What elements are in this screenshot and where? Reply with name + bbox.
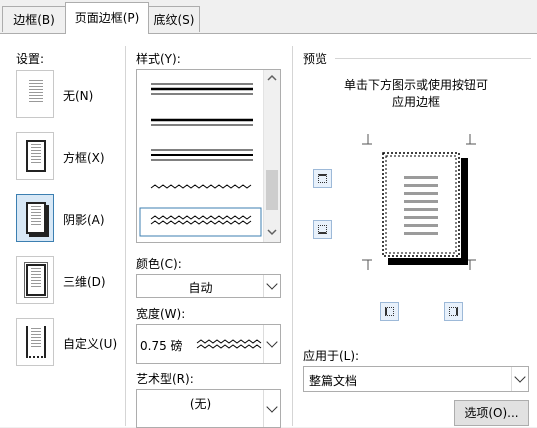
options-button[interactable]: 选项(O)... — [454, 400, 529, 426]
width-line-sample — [196, 339, 262, 349]
art-dropdown-button[interactable] — [263, 390, 280, 427]
settings-heading: 设置: — [16, 52, 45, 66]
top-border-button[interactable] — [313, 169, 332, 188]
preview-hint-line2: 应用边框 — [391, 95, 440, 109]
bottom-border-button[interactable] — [313, 220, 332, 239]
apply-to-dropdown-button[interactable] — [511, 367, 528, 391]
apply-to-dropdown[interactable]: 整篇文档 — [303, 366, 529, 392]
preview-page[interactable] — [362, 134, 492, 274]
style-option-wavy[interactable] — [150, 184, 252, 189]
left-border-button[interactable] — [380, 302, 399, 321]
color-dropdown-button[interactable] — [263, 275, 280, 297]
tab-page-border[interactable]: 页面边框(P) — [65, 2, 149, 34]
divider-right — [292, 46, 293, 426]
setting-box-label[interactable]: 方框(X) — [63, 149, 105, 166]
chevron-down-icon — [266, 400, 278, 413]
setting-custom-thumb[interactable] — [16, 318, 54, 366]
setting-shadow-thumb[interactable] — [16, 194, 54, 242]
setting-none-thumb[interactable] — [16, 70, 54, 118]
apply-to-label: 应用于(L): — [303, 349, 360, 363]
style-options — [139, 83, 262, 237]
color-value: 自动 — [188, 281, 213, 295]
preview-heading-rule — [335, 58, 531, 59]
right-border-button[interactable] — [444, 302, 463, 321]
art-label: 艺术型(R): — [136, 372, 194, 386]
tab-shading[interactable]: 底纹(S) — [148, 6, 200, 32]
art-dropdown[interactable]: (无) — [136, 389, 281, 428]
color-dropdown[interactable]: 自动 — [136, 274, 281, 298]
tab-borders[interactable]: 边框(B) — [2, 6, 66, 32]
apply-to-value: 整篇文档 — [309, 374, 358, 388]
style-option-thin-thick-thin-small[interactable] — [151, 149, 253, 161]
chevron-down-icon — [266, 278, 278, 290]
divider-left — [125, 46, 126, 426]
style-heading: 样式(Y): — [136, 52, 181, 66]
scroll-up-icon[interactable] — [267, 74, 277, 81]
setting-3d-label[interactable]: 三维(D) — [63, 273, 106, 290]
width-dropdown-button[interactable] — [263, 325, 280, 363]
style-option-double-wavy[interactable] — [139, 207, 262, 237]
scroll-thumb[interactable] — [266, 170, 278, 210]
style-option-thin-thick-thin[interactable] — [151, 83, 253, 95]
preview-sheet — [381, 151, 461, 258]
page-box-icon — [26, 140, 46, 172]
setting-box-thumb[interactable] — [16, 132, 54, 180]
preview-hint-line1: 单击下方图示或使用按钮可 — [343, 78, 488, 92]
style-list[interactable] — [136, 69, 281, 243]
width-dropdown[interactable]: 0.75 磅 — [136, 324, 281, 364]
art-value: (无) — [189, 397, 212, 411]
border-bottom-icon — [318, 225, 327, 234]
preview-heading: 预览 — [303, 52, 328, 66]
page-custom-icon — [26, 326, 46, 358]
style-scrollbar[interactable] — [263, 70, 280, 242]
setting-none-label[interactable]: 无(N) — [63, 87, 93, 104]
chevron-down-icon — [514, 371, 526, 383]
scroll-down-icon[interactable] — [267, 229, 277, 236]
scrollbar-arrows — [266, 74, 278, 236]
border-top-icon — [318, 174, 327, 183]
setting-3d-thumb[interactable] — [16, 256, 54, 304]
border-right-icon — [449, 307, 458, 316]
page-shadow-icon — [26, 202, 46, 234]
width-value: 0.75 磅 — [140, 339, 183, 353]
page-3d-icon — [24, 262, 48, 298]
setting-custom-label[interactable]: 自定义(U) — [63, 335, 117, 352]
page-border-panel: 设置: 无(N) 方框(X) 阴影(A) 三维(D) 自定义(U) 样式(Y): — [0, 33, 537, 428]
chevron-down-icon — [266, 336, 278, 348]
border-left-icon — [385, 307, 394, 316]
setting-shadow-label[interactable]: 阴影(A) — [63, 211, 105, 228]
tab-strip: 边框(B) 页面边框(P) 底纹(S) — [0, 0, 537, 34]
style-option-thick-thin[interactable] — [151, 118, 253, 126]
width-label: 宽度(W): — [136, 307, 186, 321]
color-label: 颜色(C): — [136, 257, 182, 271]
page-none-icon — [26, 78, 46, 110]
